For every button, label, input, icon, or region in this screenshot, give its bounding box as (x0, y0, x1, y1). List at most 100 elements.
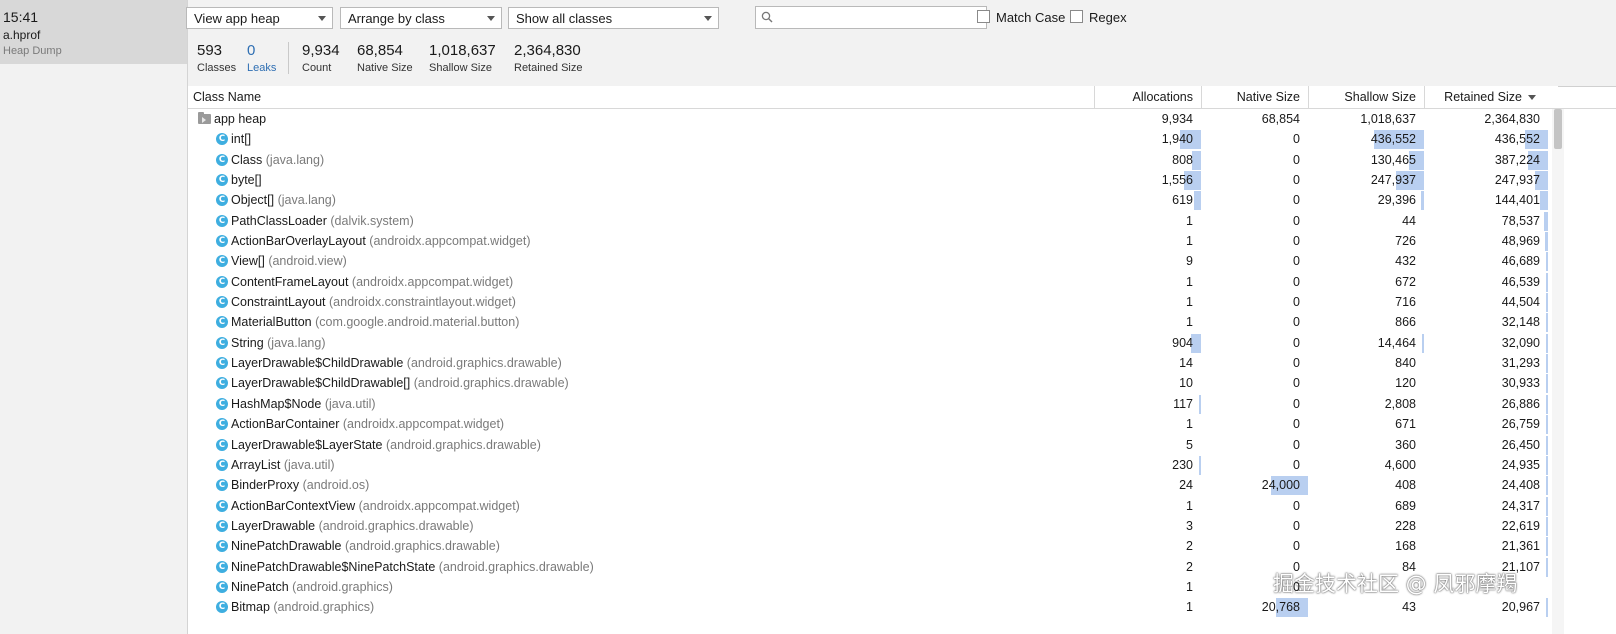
retained-size-cell: 436,552 (1424, 129, 1548, 150)
stat-count: 9,934 Count (302, 42, 340, 74)
table-row[interactable]: C BinderProxy (android.os) 24 24,000 408 24,4… (188, 475, 1548, 496)
table-row[interactable]: C ConstraintLayout (androidx.constraintla… (188, 292, 1548, 313)
retained-size-cell: 26,450 (1424, 435, 1548, 455)
native-size-cell: 0 (1201, 414, 1308, 434)
table-row[interactable]: C LayerDrawable$LayerState (android.graph… (188, 435, 1548, 455)
column-header-shallow-size[interactable]: Shallow Size (1308, 86, 1424, 108)
allocations-cell-value: 1 (1186, 600, 1193, 615)
class-name-label: String (java.lang) (231, 333, 326, 353)
shallow-size-cell: 2,808 (1308, 394, 1424, 414)
native-size-cell-value: 0 (1293, 539, 1300, 554)
table-row[interactable]: C ActionBarContainer (androidx.appcompat.… (188, 414, 1548, 435)
allocations-cell-value: 619 (1172, 193, 1193, 208)
package-name: (android.graphics.drawable) (438, 559, 594, 574)
search-box[interactable] (755, 6, 987, 29)
table-row[interactable]: C ArrayList (java.util) 230 0 4,600 24,935 (188, 455, 1548, 475)
table-row[interactable]: C View[] (android.view) 9 0 432 46,689 (188, 251, 1548, 272)
native-size-cell: 0 (1201, 496, 1308, 516)
size-bar (1546, 252, 1548, 272)
table-row-root[interactable]: app heap 9,934 68,854 1,018,637 2,364,830 (188, 109, 1548, 129)
class-name-label: Bitmap (android.graphics) (231, 597, 374, 617)
allocations-cell: 2 (1094, 536, 1201, 556)
class-name: View[] (231, 254, 265, 269)
class-icon: C (216, 580, 228, 593)
shallow-size-cell: 228 (1308, 516, 1424, 536)
table-row[interactable]: C Class (java.lang) 808 0 130,465 387,224 (188, 150, 1548, 170)
table-row[interactable]: C LayerDrawable$ChildDrawable (android.gr… (188, 353, 1548, 374)
retained-size-cell-value: 247,937 (1494, 173, 1540, 188)
vertical-scrollbar[interactable] (1552, 109, 1564, 634)
shallow-size-cell: 44 (1308, 211, 1424, 231)
allocations-cell-value: 14 (1179, 356, 1193, 371)
retained-size-cell-value: 26,886 (1501, 396, 1540, 411)
class-name: PathClassLoader (231, 213, 327, 228)
session-item-heap-dump[interactable]: 15:41 a.hprof Heap Dump (0, 0, 187, 64)
regex-label[interactable]: Regex (1089, 10, 1127, 25)
class-name-cell: C String (java.lang) (188, 333, 1094, 353)
table-row[interactable]: Cint[] 1,940 0 436,552 436,552 (188, 129, 1548, 150)
package-name: (android.graphics.drawable) (385, 437, 541, 452)
retained-size-cell-value: 26,759 (1501, 417, 1540, 432)
size-bar (1546, 476, 1548, 496)
table-row[interactable]: C MaterialButton (com.google.android.mate… (188, 312, 1548, 333)
column-header-native-size[interactable]: Native Size (1201, 86, 1308, 108)
class-name-label: ActionBarOverlayLayout (androidx.appcomp… (231, 231, 530, 251)
class-name: String (231, 335, 264, 350)
retained-size-cell-value: 436,552 (1494, 132, 1540, 147)
native-size-cell: 0 (1201, 292, 1308, 312)
package-name: (android.graphics.drawable) (344, 539, 500, 554)
heap-dump-view: View app heap Arrange by class Show all … (186, 0, 1616, 634)
allocations-cell: 1,940 (1094, 129, 1201, 150)
native-size-cell-value: 24,000 (1261, 478, 1300, 493)
stat-label: Retained Size (514, 62, 583, 74)
table-row[interactable]: C PathClassLoader (dalvik.system) 1 0 44 78,5… (188, 211, 1548, 231)
table-row[interactable]: C Bitmap (android.graphics) 1 20,768 43 20,96… (188, 597, 1548, 618)
stat-leaks[interactable]: 0 Leaks (247, 42, 276, 74)
stats-divider (288, 42, 289, 74)
column-header-retained-size[interactable]: Retained Size (1424, 86, 1558, 108)
column-header-class-name[interactable]: Class Name (193, 86, 1093, 108)
class-filter-select[interactable]: Show all classes (508, 7, 719, 29)
class-name-cell: C Bitmap (android.graphics) (188, 597, 1094, 617)
sort-descending-icon (1528, 95, 1536, 101)
allocations-cell: 1 (1094, 496, 1201, 516)
table-row[interactable]: C NinePatchDrawable (android.graphics.dra… (188, 536, 1548, 557)
table-row[interactable]: C HashMap$Node (java.util) 117 0 2,808 26,886 (188, 394, 1548, 414)
arrange-select[interactable]: Arrange by class (340, 7, 502, 29)
class-icon: C (216, 214, 228, 227)
regex-checkbox[interactable] (1070, 10, 1083, 23)
heap-toolbar: View app heap Arrange by class Show all … (186, 0, 1616, 87)
table-row[interactable]: C ContentFrameLayout (androidx.appcompat.… (188, 272, 1548, 292)
table-row[interactable]: C LayerDrawable (android.graphics.drawabl… (188, 516, 1548, 536)
size-bar (1546, 313, 1548, 333)
shallow-size-cell: 247,937 (1308, 170, 1424, 191)
table-row[interactable]: C ActionBarContextView (androidx.appcompa… (188, 496, 1548, 516)
table-row[interactable]: C String (java.lang) 904 0 14,464 32,090 (188, 333, 1548, 353)
native-size-cell-value: 0 (1293, 417, 1300, 432)
shallow-size-cell-value: 29,396 (1377, 193, 1416, 208)
shallow-size-cell-value: 436,552 (1370, 132, 1416, 147)
search-input[interactable] (778, 9, 978, 25)
class-icon: C (216, 418, 228, 431)
heap-select[interactable]: View app heap (186, 7, 333, 29)
header-filler (1558, 86, 1616, 109)
table-row[interactable]: C ActionBarOverlayLayout (androidx.appcom… (188, 231, 1548, 252)
match-case-checkbox[interactable] (977, 10, 990, 23)
native-size-cell-value: 0 (1293, 396, 1300, 411)
package-name: (android.graphics.drawable) (318, 518, 474, 533)
class-name-cell: C ActionBarContextView (androidx.appcompa… (188, 496, 1094, 516)
retained-size-cell-value: 144,401 (1494, 193, 1540, 208)
table-row[interactable]: C Object[] (java.lang) 619 0 29,396 144,401 (188, 190, 1548, 211)
allocations-cell: 1 (1094, 414, 1201, 434)
table-row[interactable]: C LayerDrawable$ChildDrawable[] (android.… (188, 373, 1548, 394)
native-size-cell-value: 0 (1293, 437, 1300, 452)
match-case-label[interactable]: Match Case (996, 10, 1065, 25)
column-header-allocations[interactable]: Allocations (1094, 86, 1201, 108)
folder-icon[interactable] (198, 112, 211, 124)
native-size-cell-value: 0 (1293, 173, 1300, 188)
class-name: NinePatchDrawable (231, 539, 342, 554)
class-icon: C (216, 133, 228, 146)
table-row[interactable]: Cbyte[] 1,556 0 247,937 247,937 (188, 170, 1548, 191)
scrollbar-thumb[interactable] (1554, 109, 1562, 149)
allocations-cell: 14 (1094, 353, 1201, 373)
